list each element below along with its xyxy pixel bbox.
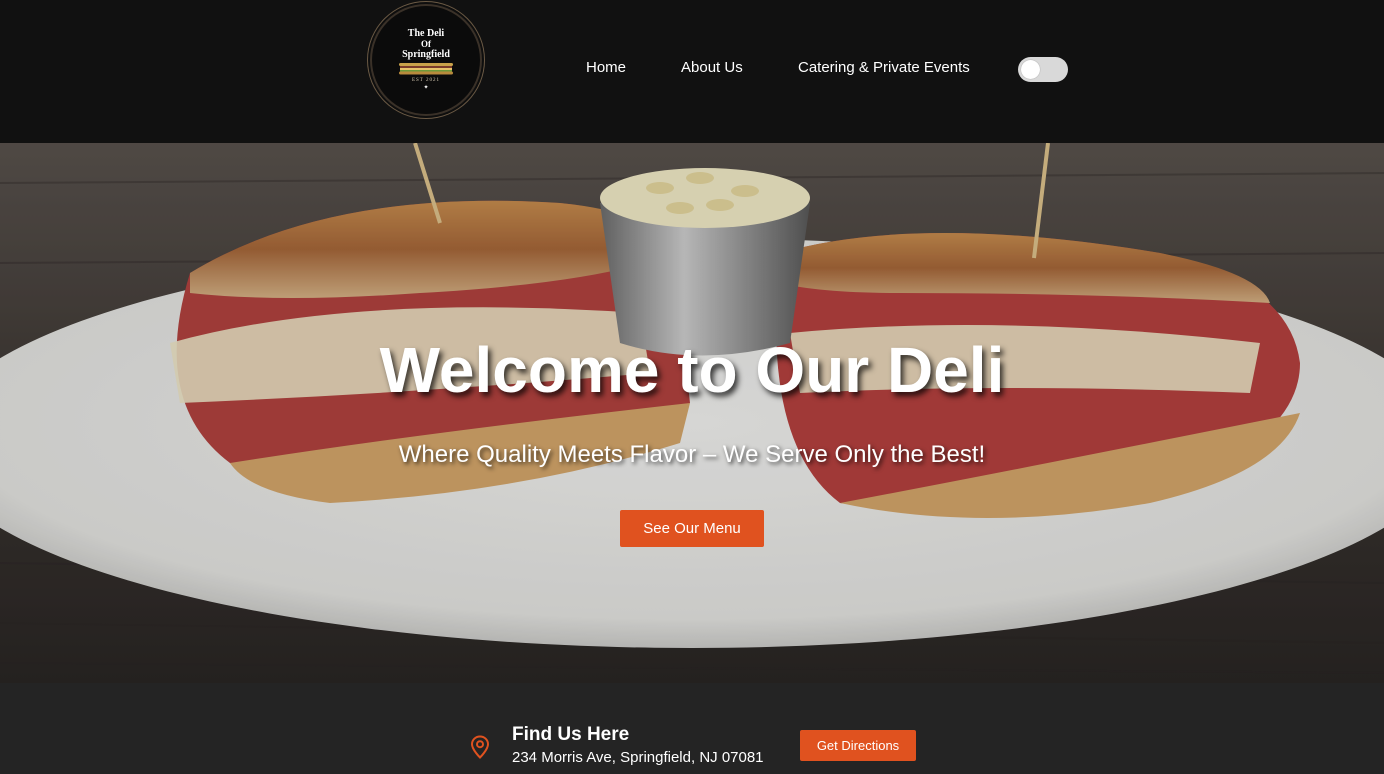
location-bar: Find Us Here 234 Morris Ave, Springfield…: [0, 683, 1384, 774]
logo-text-line1: The Deli: [407, 28, 445, 39]
logo-text-line2: Of: [421, 39, 431, 49]
hero-background-image: [0, 143, 1384, 683]
sandwich-icon: [399, 63, 453, 75]
nav-about-link[interactable]: About Us: [681, 59, 743, 76]
address-text: 234 Morris Ave, Springfield, NJ 07081: [512, 749, 764, 766]
deli-logo[interactable]: The Deli Of Springfield EST 2021 ✦: [372, 6, 480, 114]
logo-star: ✦: [423, 85, 429, 91]
nav-catering[interactable]: Catering & Private Events: [798, 59, 970, 81]
logo-est: EST 2021: [411, 78, 441, 83]
see-menu-button[interactable]: See Our Menu: [620, 510, 764, 547]
nav-home[interactable]: Home: [586, 59, 626, 81]
logo-text-line3: Springfield: [402, 49, 450, 60]
get-directions-button[interactable]: Get Directions: [800, 730, 916, 761]
hero-subtitle: Where Quality Meets Flavor – We Serve On…: [398, 441, 986, 468]
find-us-title: Find Us Here: [512, 724, 630, 745]
nav-home-link[interactable]: Home: [586, 59, 626, 76]
nav-about[interactable]: About Us: [681, 59, 743, 81]
map-pin-icon: [470, 735, 490, 759]
site-header: The Deli Of Springfield EST 2021 ✦ Home …: [0, 0, 1384, 143]
toggle-knob: [1021, 60, 1040, 79]
theme-toggle[interactable]: [1018, 57, 1068, 82]
hero-title: Welcome to Our Deli: [379, 334, 1005, 406]
hero-section: Welcome to Our Deli Where Quality Meets …: [0, 143, 1384, 683]
nav-catering-link[interactable]: Catering & Private Events: [798, 59, 970, 76]
